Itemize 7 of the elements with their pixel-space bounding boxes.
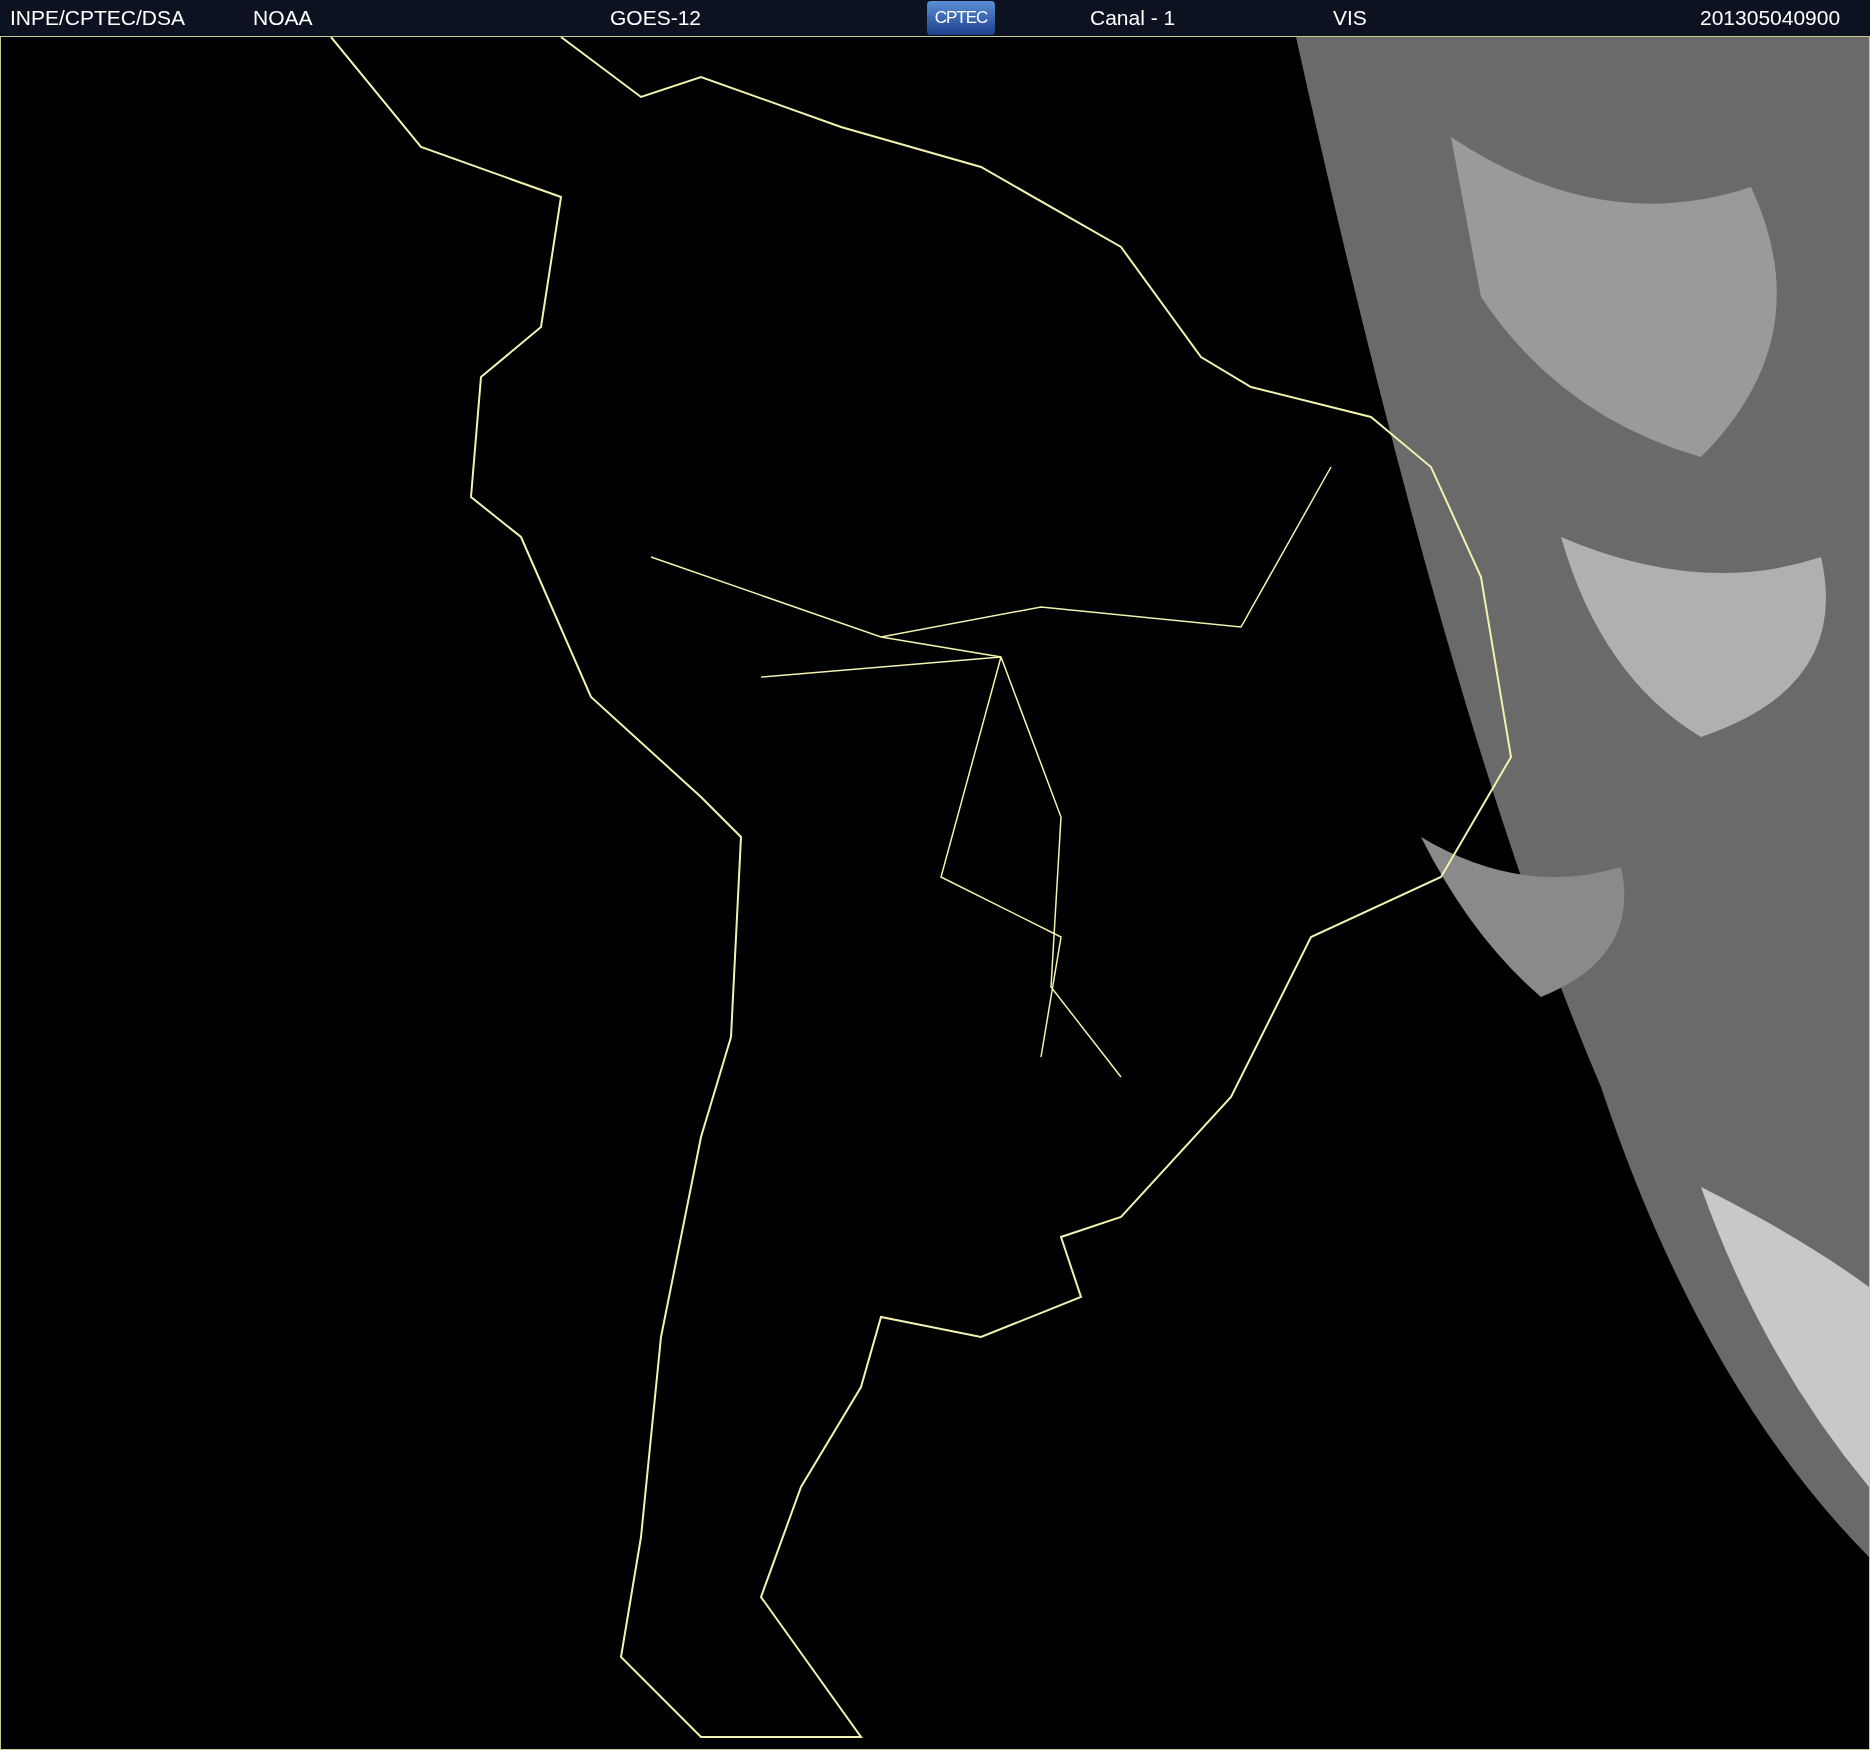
header-text: VIS [1333, 5, 1367, 32]
header-text: Canal - 1 [1090, 5, 1176, 32]
header-text: GOES-12 [610, 5, 702, 32]
header-text: 201305040900 [1700, 5, 1841, 32]
logo: CPTEC [927, 1, 995, 35]
header-text: INPE/CPTEC/DSA [10, 5, 186, 32]
header-text: NOAA [253, 5, 313, 32]
